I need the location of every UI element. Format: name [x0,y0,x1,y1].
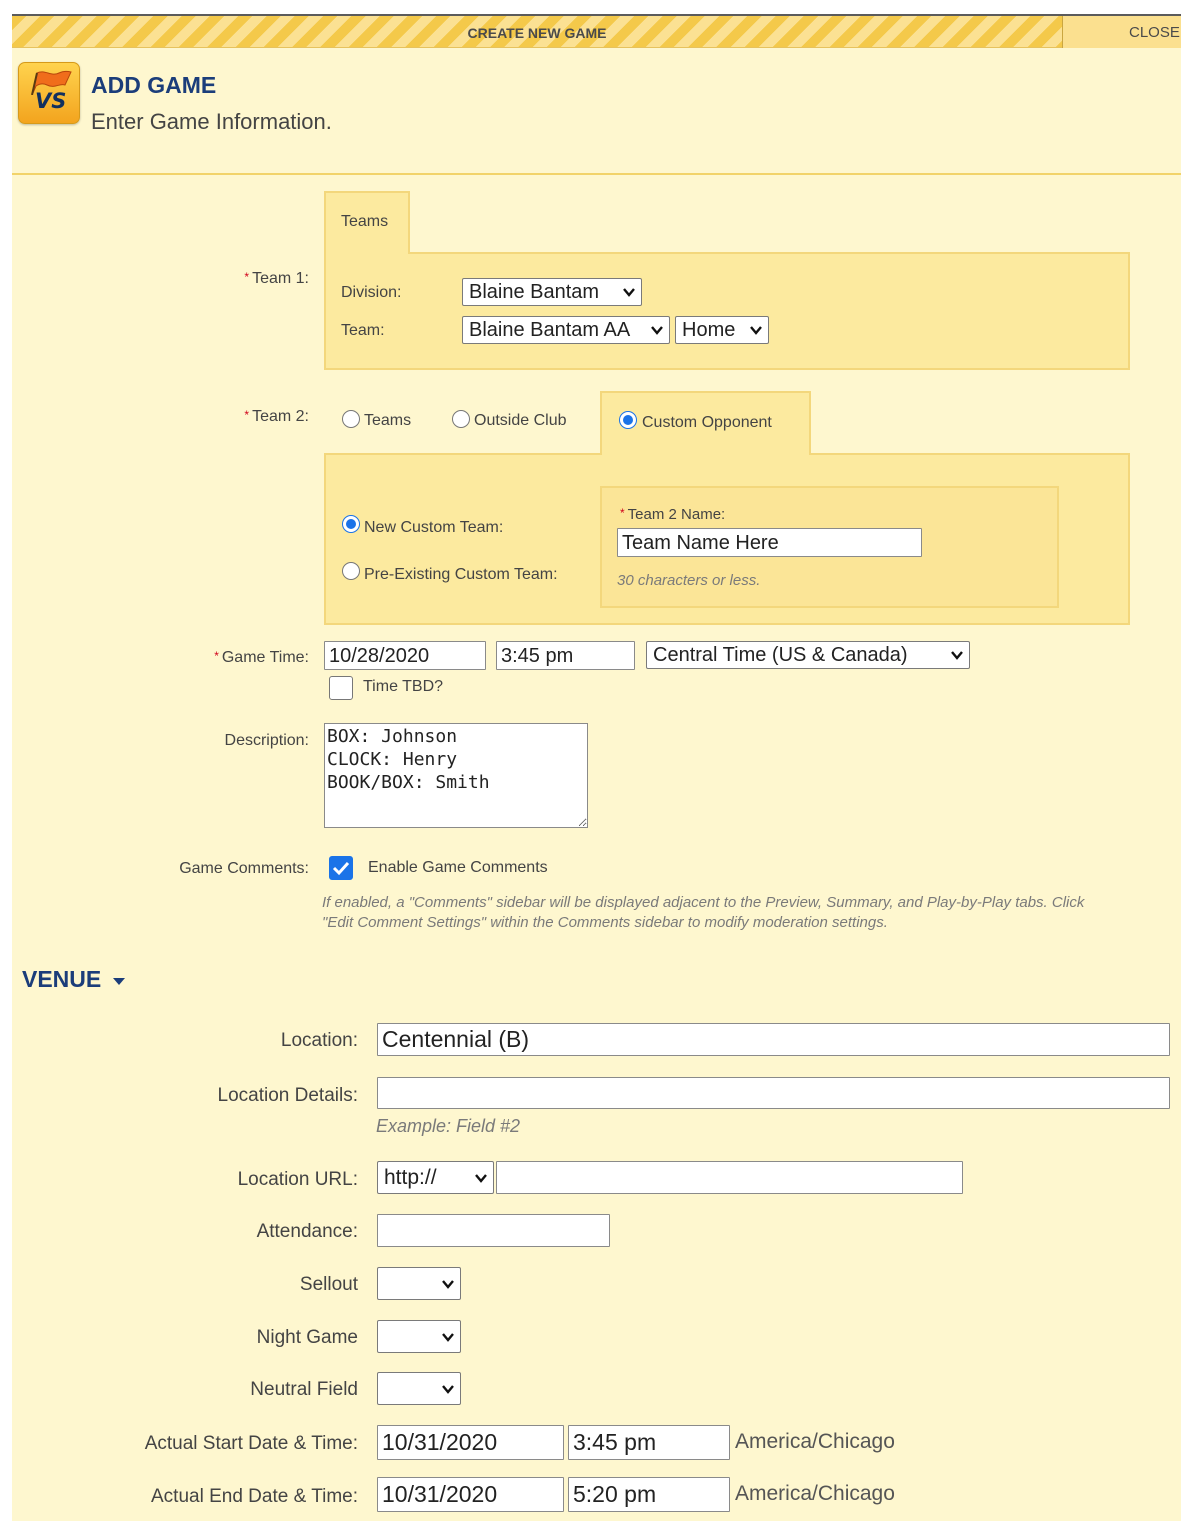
location-details-label: Location Details: [217,1085,358,1106]
game-vs-icon: VS [18,62,80,124]
required-marker: * [620,506,625,520]
actual-end-time-input[interactable]: 5:20 pm [568,1477,730,1512]
location-input[interactable]: Centennial (B) [377,1023,1170,1056]
home-away-select-value: Home [682,319,736,341]
page-subtitle: Enter Game Information. [91,109,332,134]
checkmark-icon [332,861,350,876]
team2-name-input[interactable]: Team Name Here [617,528,922,557]
pre-existing-custom-team-radio[interactable] [342,562,360,580]
page-title: ADD GAME [91,72,217,98]
actual-end-date-input[interactable]: 10/31/2020 [377,1477,564,1512]
location-details-input[interactable] [377,1077,1170,1109]
team2-option-custom-label: Custom Opponent [642,414,772,431]
header-divider [12,173,1181,175]
team2-name-label: * Team 2 Name: [620,506,725,523]
team2-name-label-text: Team 2 Name: [627,506,726,523]
venue-title: VENUE [22,966,102,992]
team1-select[interactable]: Blaine Bantam AA [462,316,670,344]
team2-option-outside-club-label: Outside Club [474,412,567,429]
sellout-select[interactable] [377,1267,461,1300]
required-marker: * [244,270,250,284]
actual-start-time-input[interactable]: 3:45 pm [568,1425,730,1460]
location-label: Location: [280,1030,358,1051]
actual-end-timezone: America/Chicago [735,1482,895,1505]
team2-option-custom-radio[interactable] [619,411,637,429]
required-marker: * [214,649,219,663]
timezone-select[interactable]: Central Time (US & Canada) [646,641,970,669]
url-protocol-select[interactable]: http:// [377,1161,494,1194]
caret-down-icon [112,977,125,985]
chevron-down-icon [623,288,635,297]
neutral-field-label: Neutral Field [250,1379,358,1400]
time-tbd-label: Time TBD? [363,678,444,695]
create-game-dialog: CREATE NEW GAME CLOSE VS ADD GAME Enter … [12,14,1181,1521]
url-protocol-value: http:// [384,1166,437,1189]
game-time-label-text: Game Time: [221,649,309,666]
tab-teams-team1[interactable]: Teams [324,191,410,254]
timezone-select-value: Central Time (US & Canada) [653,644,908,666]
team2-option-teams-label: Teams [364,412,412,429]
time-tbd-checkbox[interactable] [329,676,353,700]
enable-comments-label: Enable Game Comments [368,859,548,876]
close-label: CLOSE [1129,24,1180,41]
new-custom-team-label: New Custom Team: [364,519,504,536]
attendance-input[interactable] [377,1214,610,1247]
location-details-hint: Example: Field #2 [376,1116,521,1136]
home-away-select[interactable]: Home [675,316,769,344]
chevron-down-icon [442,1280,454,1289]
team2-option-outside-club-radio[interactable] [452,410,470,428]
actual-start-timezone: America/Chicago [735,1430,895,1453]
close-button[interactable]: CLOSE [1062,16,1181,48]
division-select[interactable]: Blaine Bantam [462,278,642,306]
night-game-label: Night Game [256,1327,358,1348]
game-time-label: * Game Time: [12,649,309,667]
sellout-label: Sellout [299,1274,358,1295]
team1-label-text: Team 1: [252,270,309,287]
comments-help-line2: "Edit Comment Settings" within the Comme… [322,914,888,931]
game-time-input[interactable]: 3:45 pm [496,641,635,670]
description-textarea[interactable]: BOX: Johnson CLOCK: Henry BOOK/BOX: Smit… [324,723,588,828]
description-label: Description: [224,732,309,749]
neutral-field-select[interactable] [377,1372,461,1405]
team-label: Team: [341,322,385,339]
team2-name-hint: 30 characters or less. [617,572,761,589]
actual-start-label: Actual Start Date & Time: [144,1433,358,1454]
chevron-down-icon [750,326,762,335]
venue-section-toggle[interactable]: VENUE [22,966,126,993]
tab-join [326,246,408,256]
team2-option-teams-radio[interactable] [342,410,360,428]
tab-custom-opponent[interactable]: Custom Opponent [600,391,811,455]
night-game-select[interactable] [377,1320,461,1353]
division-label: Division: [341,284,402,301]
actual-start-date-input[interactable]: 10/31/2020 [377,1425,564,1460]
chevron-down-icon [442,1385,454,1394]
chevron-down-icon [651,326,663,335]
dialog-titlebar: CREATE NEW GAME CLOSE [12,16,1181,48]
tab-join [602,448,809,458]
location-url-input[interactable] [496,1161,963,1194]
team1-label: * Team 1: [12,270,309,288]
team1-fieldset [324,252,1130,370]
team2-label-text: Team 2: [252,408,309,425]
attendance-label: Attendance: [256,1221,358,1242]
chevron-down-icon [475,1174,487,1183]
enable-comments-checkbox[interactable] [329,856,353,880]
dialog-title: CREATE NEW GAME [467,25,607,41]
required-marker: * [244,408,250,422]
logo-text: VS [35,89,67,113]
chevron-down-icon [442,1333,454,1342]
game-comments-label: Game Comments: [179,860,309,877]
division-select-value: Blaine Bantam [469,281,600,303]
pre-existing-custom-team-label: Pre-Existing Custom Team: [364,566,558,583]
comments-help-line1: If enabled, a "Comments" sidebar will be… [322,894,1085,911]
tab-teams-label: Teams [341,213,389,230]
location-url-label: Location URL: [237,1169,358,1190]
new-custom-team-radio[interactable] [342,515,360,533]
actual-end-label: Actual End Date & Time: [151,1486,358,1507]
chevron-down-icon [951,651,963,660]
team1-select-value: Blaine Bantam AA [469,319,631,341]
team2-label: * Team 2: [12,408,309,426]
game-date-input[interactable]: 10/28/2020 [324,641,486,670]
